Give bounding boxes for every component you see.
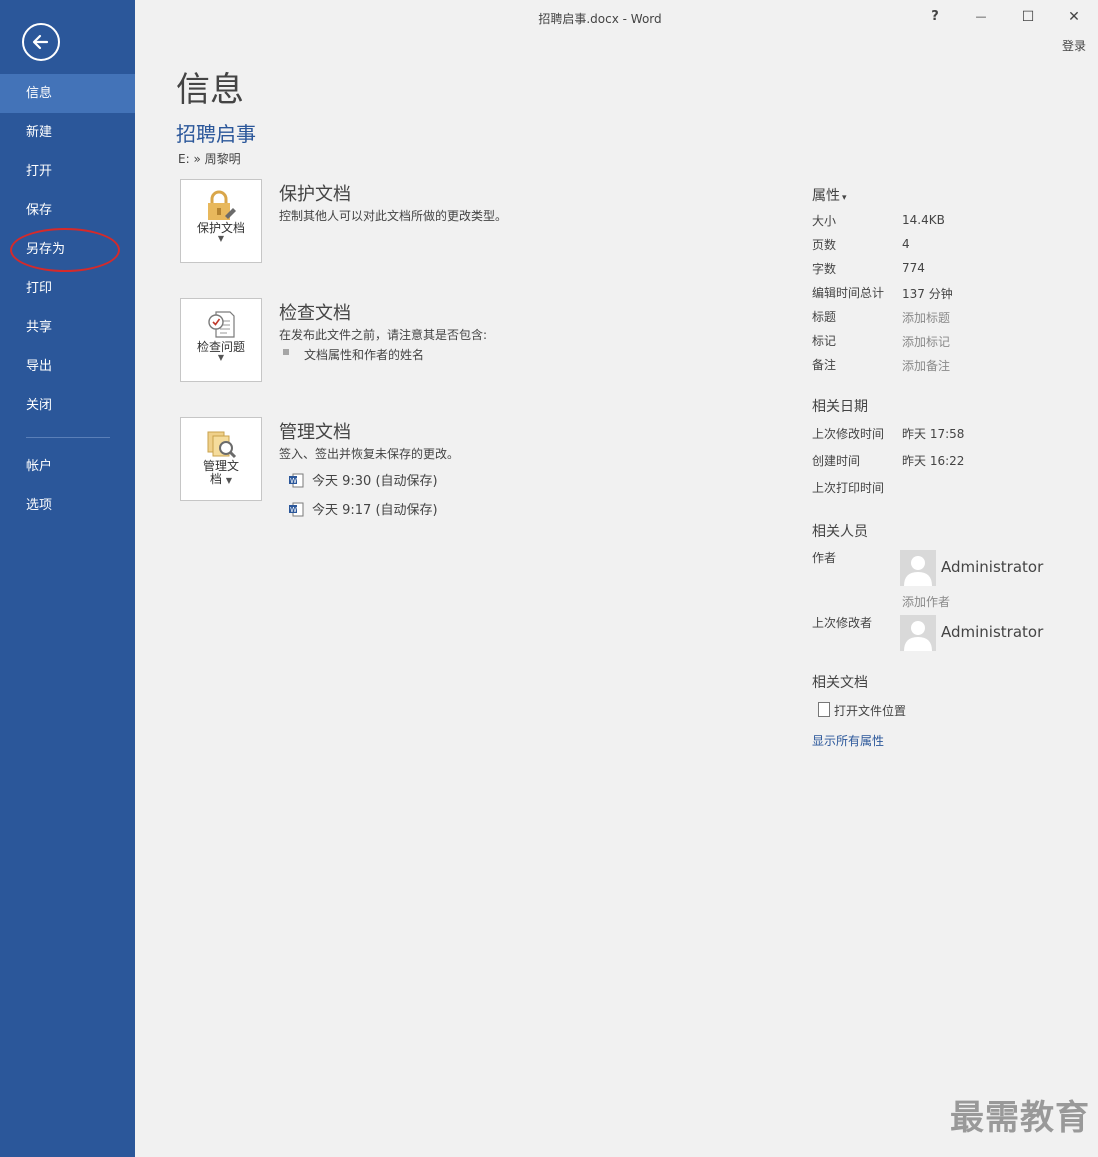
- chevron-down-icon: ▼: [217, 234, 225, 243]
- document-path[interactable]: E: » 周黎明: [178, 150, 241, 167]
- date-key-created: 创建时间: [812, 454, 861, 468]
- nav-info[interactable]: 信息: [0, 74, 135, 113]
- modifier-name[interactable]: Administrator: [941, 623, 1043, 641]
- date-value-created: 昨天 16:22: [902, 454, 965, 468]
- nav-share[interactable]: 共享: [0, 308, 135, 347]
- back-arrow-icon[interactable]: [22, 23, 60, 61]
- prop-value-words: 774: [902, 261, 925, 275]
- properties-dropdown[interactable]: 属性 ▾: [812, 185, 847, 205]
- last-modified-by-label: 上次修改者: [812, 616, 873, 630]
- date-value-modified: 昨天 17:58: [902, 427, 965, 441]
- maximize-button[interactable]: ☐: [1016, 6, 1040, 28]
- add-author-field[interactable]: 添加作者: [902, 593, 950, 610]
- prop-key-edit-time: 编辑时间总计: [812, 286, 885, 300]
- nav-export[interactable]: 导出: [0, 347, 135, 386]
- prop-value-pages: 4: [902, 237, 910, 251]
- prop-key-title: 标题: [812, 310, 837, 324]
- related-documents-header: 相关文档: [812, 675, 868, 691]
- manage-tile-label-line2-wrap: 档 ▼: [181, 473, 261, 486]
- svg-text:W: W: [290, 477, 297, 485]
- help-button[interactable]: ?: [923, 6, 947, 28]
- prop-value-size: 14.4KB: [902, 213, 945, 227]
- document-title: 招聘启事: [176, 122, 256, 146]
- nav-new[interactable]: 新建: [0, 113, 135, 152]
- manage-description: 签入、签出并恢复未保存的更改。: [279, 447, 460, 461]
- date-key-printed: 上次打印时间: [812, 481, 885, 495]
- watermark-text: 最需教育: [950, 1098, 1090, 1138]
- prop-key-size: 大小: [812, 214, 837, 228]
- nav-open[interactable]: 打开: [0, 152, 135, 191]
- manage-tile-label-line2: 档: [210, 472, 223, 486]
- sidebar-divider: [26, 437, 110, 438]
- protect-title: 保护文档: [279, 184, 351, 205]
- protect-description: 控制其他人可以对此文档所做的更改类型。: [279, 209, 508, 223]
- nav-account[interactable]: 帐户: [0, 447, 135, 486]
- inspect-title: 检查文档: [279, 303, 351, 324]
- add-tags-field[interactable]: 添加标记: [902, 333, 950, 350]
- nav-options[interactable]: 选项: [0, 486, 135, 525]
- avatar: [900, 550, 936, 586]
- nav-print[interactable]: 打印: [0, 269, 135, 308]
- properties-header: 属性: [812, 188, 840, 204]
- page-title: 信息: [176, 70, 244, 110]
- prop-value-edit-time: 137 分钟: [902, 287, 953, 301]
- manage-document-button[interactable]: 管理文 档 ▼: [180, 417, 262, 501]
- related-people-header: 相关人员: [812, 524, 868, 540]
- avatar: [900, 615, 936, 651]
- person-icon: [904, 621, 932, 651]
- login-link[interactable]: 登录: [1062, 37, 1086, 54]
- chevron-down-icon: ▾: [842, 193, 847, 203]
- inspect-bullet-item: 文档属性和作者的姓名: [304, 348, 425, 362]
- manage-title: 管理文档: [279, 422, 351, 443]
- close-button[interactable]: ✕: [1062, 6, 1086, 28]
- prop-key-tags: 标记: [812, 334, 837, 348]
- version-label: 今天 9:17 (自动保存): [312, 503, 438, 518]
- file-icon: [818, 702, 830, 717]
- title-bar: 招聘启事.docx - Word ? — ☐ ✕: [135, 0, 1098, 34]
- show-all-properties-link[interactable]: 显示所有属性: [812, 732, 884, 749]
- version-label: 今天 9:30 (自动保存): [312, 474, 438, 489]
- lock-icon: [181, 180, 261, 222]
- related-dates-header: 相关日期: [812, 399, 868, 415]
- prop-key-words: 字数: [812, 262, 837, 276]
- person-icon: [904, 556, 932, 586]
- inspect-document-icon: [181, 299, 261, 341]
- nav-close[interactable]: 关闭: [0, 386, 135, 425]
- inspect-description: 在发布此文件之前，请注意其是否包含:: [279, 328, 488, 342]
- add-title-field[interactable]: 添加标题: [902, 309, 950, 326]
- nav-save[interactable]: 保存: [0, 191, 135, 230]
- svg-text:W: W: [290, 506, 297, 514]
- open-file-location-label: 打开文件位置: [834, 704, 907, 718]
- version-item[interactable]: W 今天 9:17 (自动保存): [289, 499, 438, 518]
- highlight-ellipse: [10, 228, 120, 272]
- prop-key-comments: 备注: [812, 358, 837, 372]
- manage-document-icon: [181, 418, 261, 460]
- check-issues-button[interactable]: 检查问题 ▼: [180, 298, 262, 382]
- version-item[interactable]: W 今天 9:30 (自动保存): [289, 470, 438, 489]
- chevron-down-icon: ▼: [217, 353, 225, 362]
- chevron-down-icon: ▼: [225, 476, 232, 485]
- author-name[interactable]: Administrator: [941, 558, 1043, 576]
- backstage-sidebar: 信息 新建 打开 保存 另存为 打印 共享 导出 关闭 帐户 选项: [0, 0, 135, 1157]
- author-label: 作者: [812, 551, 837, 565]
- minimize-button[interactable]: —: [969, 6, 993, 28]
- protect-document-button[interactable]: 保护文档 ▼: [180, 179, 262, 263]
- word-document-icon: W: [289, 473, 304, 488]
- word-document-icon: W: [289, 502, 304, 517]
- open-file-location-link[interactable]: 打开文件位置: [818, 702, 906, 719]
- date-key-modified: 上次修改时间: [812, 427, 885, 441]
- add-comments-field[interactable]: 添加备注: [902, 357, 950, 374]
- prop-key-pages: 页数: [812, 238, 837, 252]
- bullet-icon: [283, 349, 289, 355]
